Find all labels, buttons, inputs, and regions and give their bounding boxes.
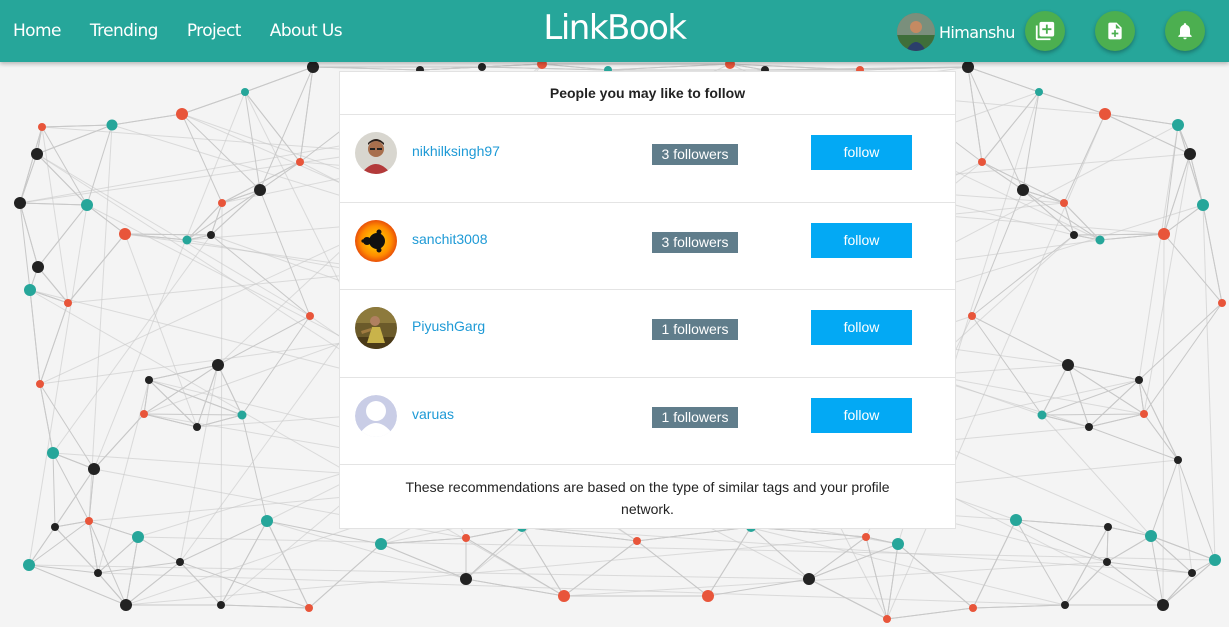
add-collection-icon bbox=[1035, 21, 1055, 41]
user-row: nikhilksingh97 3 followers follow bbox=[340, 115, 955, 203]
user-row: sanchit3008 3 followers follow bbox=[340, 203, 955, 290]
username-link[interactable]: nikhilksingh97 bbox=[412, 143, 500, 159]
username-link[interactable]: sanchit3008 bbox=[412, 231, 488, 247]
notification-bell-icon bbox=[1178, 23, 1192, 40]
follow-button[interactable]: follow bbox=[811, 310, 912, 345]
nav-home-link[interactable]: Home bbox=[13, 21, 61, 41]
follow-button[interactable]: follow bbox=[811, 397, 912, 433]
add-collection-button[interactable] bbox=[1025, 11, 1065, 51]
recommendation-note: These recommendations are based on the t… bbox=[405, 479, 890, 517]
navbar: Home Trending Project About Us LinkBook … bbox=[0, 0, 1229, 62]
followers-badge: 1 followers bbox=[652, 406, 738, 428]
follow-button[interactable]: follow bbox=[811, 222, 912, 258]
user-avatar-fractal[interactable] bbox=[355, 219, 397, 262]
user-name: Himanshu bbox=[939, 22, 1015, 42]
follow-button[interactable]: follow bbox=[811, 135, 912, 170]
add-document-icon bbox=[1108, 22, 1122, 40]
followers-badge: 3 followers bbox=[652, 231, 738, 253]
card-title: People you may like to follow bbox=[340, 72, 955, 115]
user-avatar bbox=[897, 13, 935, 51]
nav-about-link[interactable]: About Us bbox=[270, 21, 343, 41]
follow-suggestions-card: People you may like to follow nikhilksin… bbox=[339, 71, 956, 529]
nav-links: Home Trending Project About Us bbox=[13, 0, 371, 62]
user-avatar-photo[interactable] bbox=[355, 307, 397, 349]
user-avatar-photo[interactable] bbox=[355, 132, 397, 174]
user-profile[interactable]: Himanshu bbox=[897, 13, 1015, 51]
followers-badge: 3 followers bbox=[652, 144, 738, 165]
brand-logo[interactable]: LinkBook bbox=[543, 8, 687, 48]
user-row: PiyushGarg 1 followers follow bbox=[340, 290, 955, 378]
username-link[interactable]: PiyushGarg bbox=[412, 318, 485, 334]
notification-button[interactable] bbox=[1165, 11, 1205, 51]
username-link[interactable]: varuas bbox=[412, 406, 454, 422]
user-row: varuas 1 followers follow bbox=[340, 378, 955, 465]
nav-project-link[interactable]: Project bbox=[187, 21, 242, 41]
followers-badge: 1 followers bbox=[652, 319, 738, 340]
nav-trending-link[interactable]: Trending bbox=[90, 21, 159, 41]
default-avatar-icon[interactable] bbox=[355, 394, 397, 437]
add-document-button[interactable] bbox=[1095, 11, 1135, 51]
